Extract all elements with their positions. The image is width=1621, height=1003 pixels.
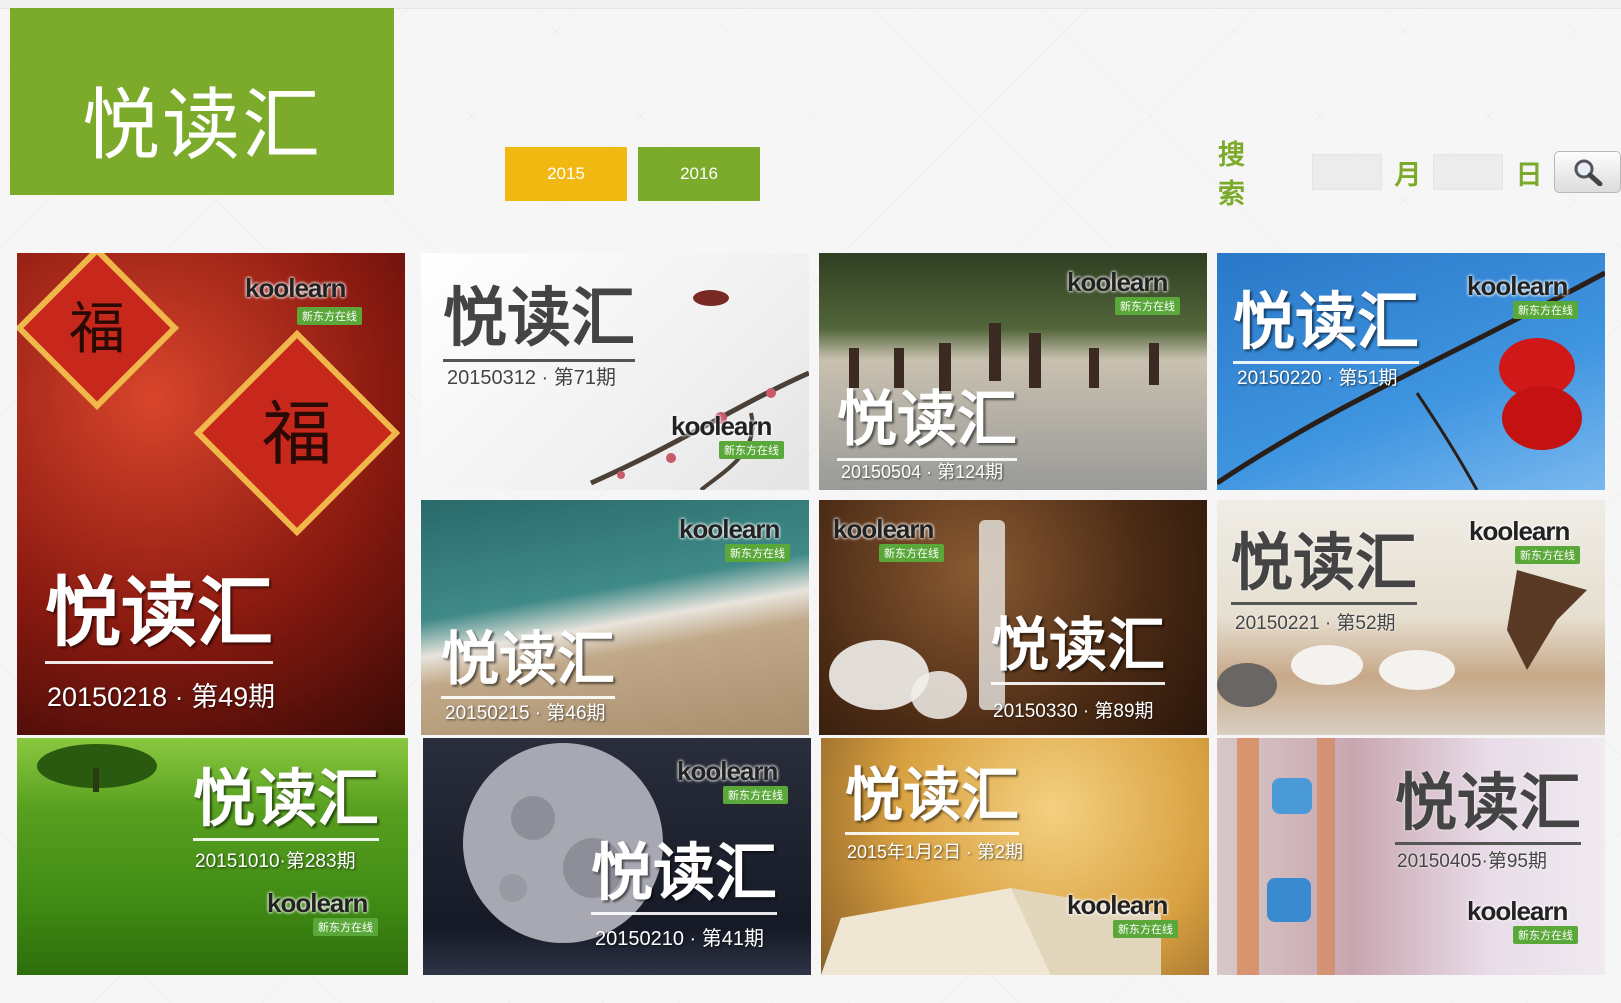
magnifier-icon xyxy=(1574,159,1603,186)
issue-date: 20151010·第283期 xyxy=(195,851,356,872)
koolearn-logo: koolearn xyxy=(677,756,778,786)
issue-date: 20150312 · 第71期 xyxy=(447,367,617,389)
issue-title: 悦读汇 xyxy=(1395,752,1582,845)
issue-card-20150218[interactable]: 福 福 koolearn 新东方在线 悦读汇 20150218 · 第49期 xyxy=(17,253,405,735)
issue-card-20151010[interactable]: 悦读汇 20151010·第283期 koolearn 新东方在线 xyxy=(17,738,408,975)
koolearn-sub-logo: 新东方在线 xyxy=(719,441,784,459)
day-unit-label: 日 xyxy=(1515,159,1543,191)
koolearn-logo: koolearn xyxy=(1467,271,1568,301)
issue-date: 2015年1月2日 · 第2期 xyxy=(847,842,1024,862)
search-button[interactable] xyxy=(1554,151,1621,193)
issue-date: 20150218 · 第49期 xyxy=(47,682,276,712)
issue-card-20150220[interactable]: 悦读汇 koolearn 新东方在线 20150220 · 第51期 xyxy=(1217,253,1605,490)
koolearn-logo: koolearn xyxy=(267,888,368,918)
koolearn-sub-logo: 新东方在线 xyxy=(1113,920,1178,938)
koolearn-sub-logo: 新东方在线 xyxy=(313,918,378,936)
koolearn-logo: koolearn xyxy=(245,273,346,303)
issue-title: 悦读汇 xyxy=(1231,512,1418,605)
issue-card-20150102[interactable]: 悦读汇 2015年1月2日 · 第2期 koolearn 新东方在线 xyxy=(821,738,1209,975)
issue-date: 20150220 · 第51期 xyxy=(1237,368,1398,389)
issue-card-20150504[interactable]: koolearn 新东方在线 悦读汇 20150504 · 第124期 xyxy=(819,253,1207,490)
issue-date: 20150330 · 第89期 xyxy=(993,701,1154,722)
date-search-bar: 搜 索 月 日 xyxy=(1218,140,1621,210)
koolearn-logo: koolearn xyxy=(1067,267,1168,297)
issue-card-20150330[interactable]: koolearn 新东方在线 悦读汇 20150330 · 第89期 xyxy=(819,500,1207,735)
koolearn-sub-logo: 新东方在线 xyxy=(297,307,362,325)
koolearn-sub-logo: 新东方在线 xyxy=(723,786,788,804)
issue-card-20150312[interactable]: 悦读汇 20150312 · 第71期 koolearn 新东方在线 xyxy=(421,253,809,490)
issue-title: 悦读汇 xyxy=(193,748,380,841)
issue-title: 悦读汇 xyxy=(591,822,778,915)
search-label: 搜 索 xyxy=(1218,140,1259,210)
issue-card-20150405[interactable]: 悦读汇 20150405·第95期 koolearn 新东方在线 xyxy=(1217,738,1605,975)
day-input[interactable] xyxy=(1433,154,1504,190)
koolearn-logo: koolearn xyxy=(1067,890,1168,920)
issue-title: 悦读汇 xyxy=(443,267,635,362)
month-unit-label: 月 xyxy=(1394,159,1422,191)
svg-text:福: 福 xyxy=(262,393,332,475)
issue-date: 20150405·第95期 xyxy=(1397,851,1547,872)
logo-text: 悦读汇 xyxy=(81,80,322,171)
year-2015-button[interactable]: 2015 xyxy=(505,147,627,201)
issue-title: 悦读汇 xyxy=(837,371,1017,461)
issue-title: 悦读汇 xyxy=(991,598,1166,685)
koolearn-logo: koolearn xyxy=(1467,896,1568,926)
koolearn-logo: koolearn xyxy=(671,411,772,441)
koolearn-logo: koolearn xyxy=(1469,516,1570,546)
koolearn-logo: koolearn xyxy=(833,514,934,544)
issue-date: 20150210 · 第41期 xyxy=(595,928,765,950)
issue-card-20150210[interactable]: koolearn 新东方在线 悦读汇 20150210 · 第41期 xyxy=(423,738,811,975)
issue-title: 悦读汇 xyxy=(1233,271,1420,364)
year-2016-button[interactable]: 2016 xyxy=(638,147,760,201)
issue-date: 20150221 · 第52期 xyxy=(1235,613,1396,634)
koolearn-sub-logo: 新东方在线 xyxy=(1115,297,1180,315)
koolearn-sub-logo: 新东方在线 xyxy=(1515,546,1580,564)
koolearn-sub-logo: 新东方在线 xyxy=(725,544,790,562)
koolearn-sub-logo: 新东方在线 xyxy=(1513,926,1578,944)
issue-card-20150221[interactable]: 悦读汇 koolearn 新东方在线 20150221 · 第52期 xyxy=(1217,500,1605,735)
koolearn-logo: koolearn xyxy=(679,514,780,544)
issue-card-20150215[interactable]: koolearn 新东方在线 悦读汇 20150215 · 第46期 xyxy=(421,500,809,735)
month-input[interactable] xyxy=(1312,154,1383,190)
svg-text:福: 福 xyxy=(69,297,125,362)
issue-date: 20150504 · 第124期 xyxy=(841,462,1004,482)
site-logo[interactable]: 悦读汇 xyxy=(10,8,394,195)
issue-date: 20150215 · 第46期 xyxy=(445,703,606,724)
issue-title: 悦读汇 xyxy=(845,748,1020,835)
koolearn-sub-logo: 新东方在线 xyxy=(879,544,944,562)
issue-title: 悦读汇 xyxy=(441,612,616,699)
koolearn-sub-logo: 新东方在线 xyxy=(1513,301,1578,319)
issue-title: 悦读汇 xyxy=(45,551,273,664)
